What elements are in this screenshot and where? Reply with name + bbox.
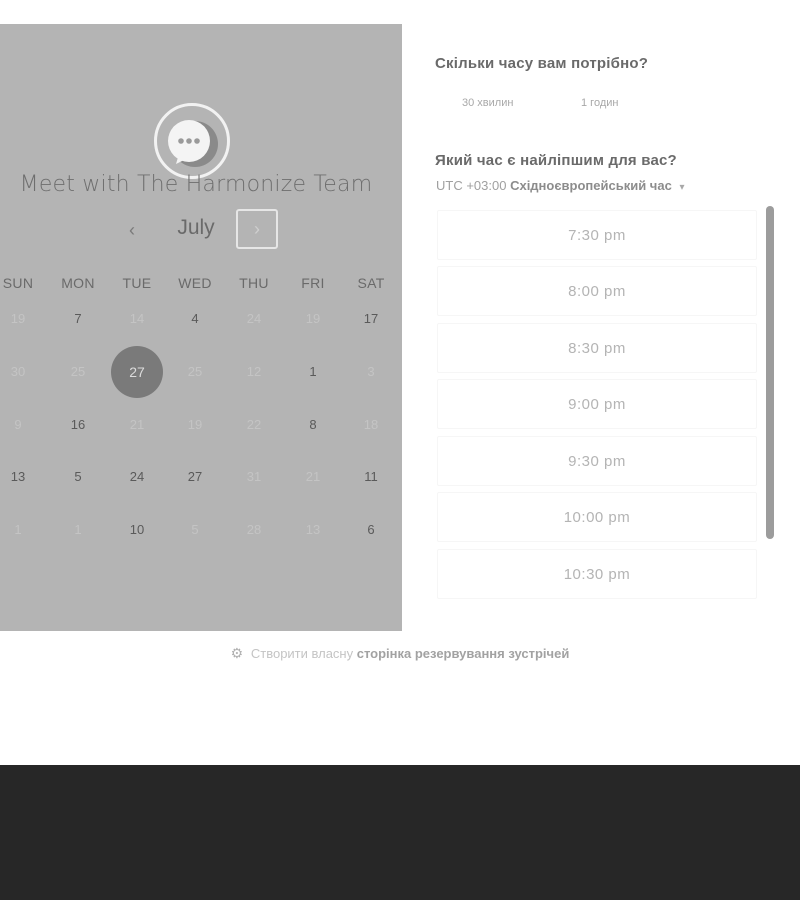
time-slot-scrollbar[interactable]	[766, 206, 774, 539]
calendar-day: 1	[14, 522, 22, 537]
time-slot[interactable]: 8:30 pm	[437, 323, 757, 373]
calendar-day: 13	[305, 522, 321, 537]
page-footer-band	[0, 765, 800, 900]
calendar-day: 1	[74, 522, 82, 537]
calendar-day: 3	[367, 364, 375, 379]
time-slot[interactable]: 10:30 pm	[437, 549, 757, 599]
calendar-day[interactable]: 24	[115, 467, 159, 487]
weekday-fri: FRI	[301, 275, 325, 291]
calendar-day: 18	[363, 417, 379, 432]
timezone-offset: UTC +03:00	[436, 178, 507, 193]
duration-option-1-hour[interactable]: 1 годин	[581, 97, 618, 109]
month-label: July	[177, 216, 215, 239]
weekday-thu: THU	[239, 275, 269, 291]
calendar-day: 19	[10, 311, 26, 326]
calendar-title: Meet with The Harmonize Team	[19, 172, 373, 197]
footer-link-bold-text: сторінка резервування зустрічей	[356, 646, 570, 661]
calendar-day[interactable]: 17	[349, 309, 393, 329]
weekday-sun: SUN	[2, 275, 34, 291]
calendar-day: 25	[187, 364, 203, 379]
calendar-day[interactable]: 7	[56, 309, 100, 329]
calendar-day: 12	[246, 364, 262, 379]
weekday-mon: MON	[61, 275, 95, 291]
calendar-day: 19	[305, 311, 321, 326]
calendar-day[interactable]: 27	[173, 467, 217, 487]
calendar-day: 5	[191, 522, 199, 537]
calendar-day: 21	[129, 417, 145, 432]
calendar-day-selected[interactable]: 27	[111, 346, 163, 398]
calendar-day[interactable]: 8	[291, 415, 335, 435]
sprocket-icon: ⚙	[230, 645, 244, 661]
calendar-day[interactable]: 11	[349, 467, 393, 487]
calendar-day: 24	[246, 311, 262, 326]
next-month-button[interactable]: ›	[236, 209, 278, 249]
calendar-day[interactable]: 6	[349, 520, 393, 540]
calendar-day: 19	[187, 417, 203, 432]
time-question: Який час є найліпшим для вас?	[435, 152, 677, 169]
duration-question: Скільки часу вам потрібно?	[435, 55, 649, 72]
month-navigation: ‹ July ›	[0, 208, 402, 252]
weekday-header: SUN MON TUE WED THU FRI SAT	[0, 275, 402, 295]
calendar-day[interactable]: 13	[0, 467, 40, 487]
duration-option-30-min[interactable]: 30 хвилин	[462, 97, 513, 109]
time-slot[interactable]: 9:00 pm	[437, 379, 757, 429]
time-slot[interactable]: 9:30 pm	[437, 436, 757, 486]
timezone-selector[interactable]: UTC +03:00 Східноєвропейський час ▾	[436, 178, 684, 193]
calendar-day: 25	[70, 364, 86, 379]
calendar-day: 28	[246, 522, 262, 537]
calendar-day[interactable]: 4	[173, 309, 217, 329]
footer-link-text: Створити власну	[250, 646, 354, 661]
timezone-name: Східноєвропейський час	[510, 178, 672, 193]
time-slot[interactable]: 7:30 pm	[437, 210, 757, 260]
chat-bubble-logo-icon	[154, 103, 230, 179]
calendar-day: 14	[129, 311, 145, 326]
calendar-day: 22	[246, 417, 262, 432]
time-slot[interactable]: 8:00 pm	[437, 266, 757, 316]
calendar-day[interactable]: 16	[56, 415, 100, 435]
previous-month-button[interactable]: ‹	[120, 218, 144, 242]
calendar-day: 30	[10, 364, 26, 379]
time-slot-list: 7:30 pm 8:00 pm 8:30 pm 9:00 pm 9:30 pm …	[437, 206, 759, 601]
weekday-tue: TUE	[122, 275, 152, 291]
weekday-sat: SAT	[357, 275, 385, 291]
calendar-day: 9	[14, 417, 22, 432]
calendar-day[interactable]: 1	[291, 362, 335, 382]
calendar-day[interactable]: 10	[115, 520, 159, 540]
chevron-down-icon: ▾	[679, 182, 685, 193]
calendar-day: 21	[305, 469, 321, 484]
weekday-wed: WED	[178, 275, 212, 291]
calendar-day: 31	[246, 469, 262, 484]
calendar-day[interactable]: 5	[56, 467, 100, 487]
create-booking-page-link[interactable]: ⚙ Створити власну сторінка резервування …	[0, 645, 800, 662]
time-slot[interactable]: 10:00 pm	[437, 492, 757, 542]
